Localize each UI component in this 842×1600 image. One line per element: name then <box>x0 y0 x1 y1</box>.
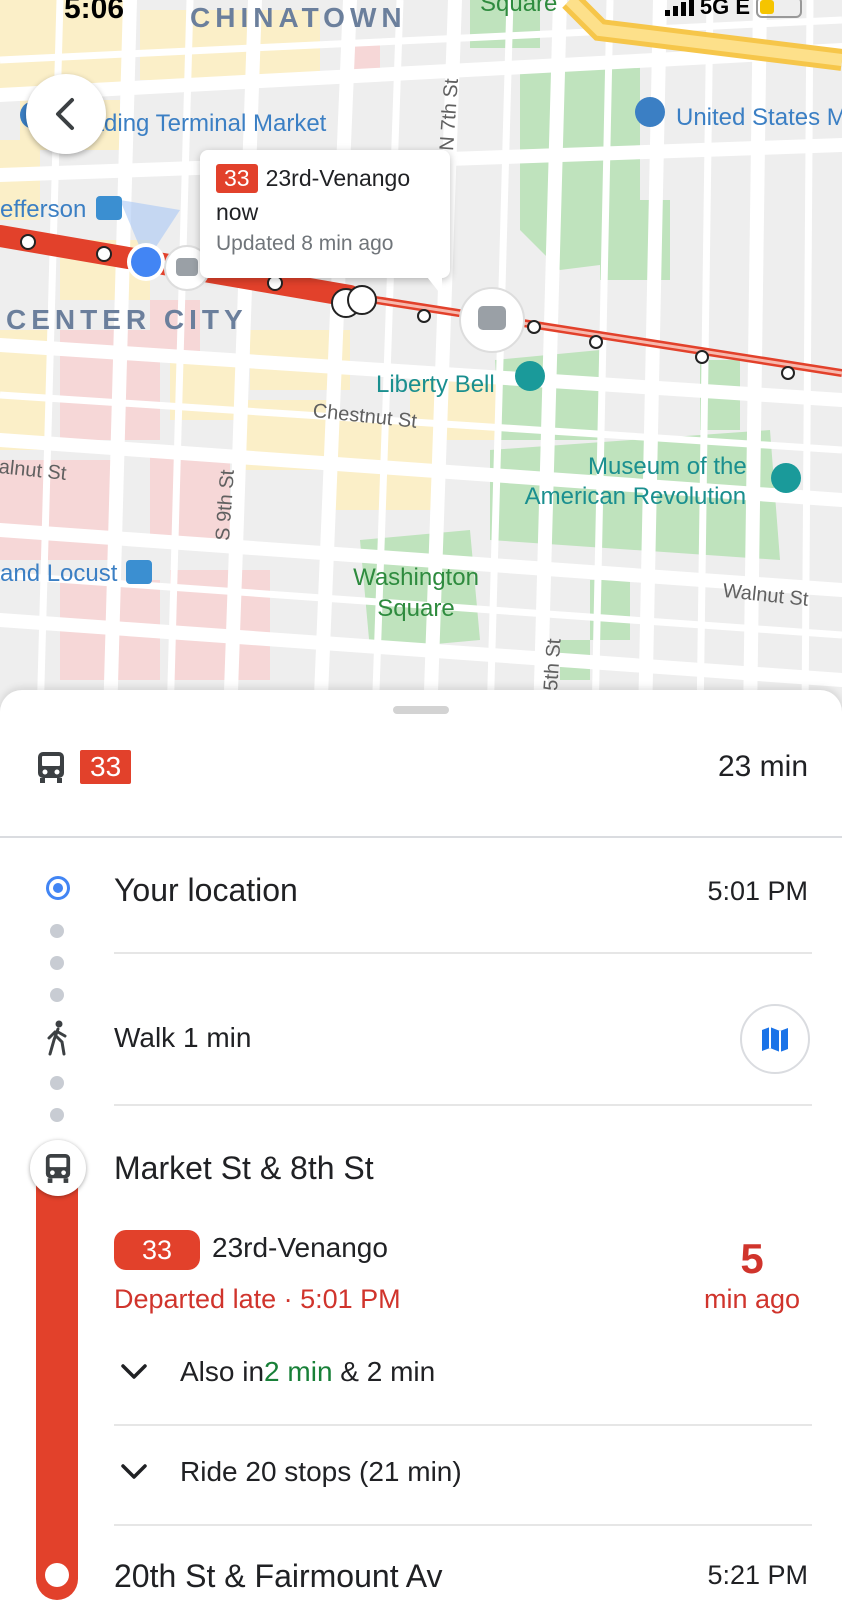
signal-icon <box>664 0 694 16</box>
status-indicators: 5G E <box>664 0 802 20</box>
walk-path-dot <box>50 956 64 970</box>
poi-label-locust[interactable]: and Locust <box>0 560 117 588</box>
poi-label-square-top[interactable]: Square <box>480 0 557 19</box>
bubble-updated: Updated 8 min ago <box>216 232 394 255</box>
row-divider <box>114 1524 812 1526</box>
ride-stops-label: Ride 20 stops (21 min) <box>180 1456 462 1487</box>
ride-stops-row[interactable]: Ride 20 stops (21 min) <box>120 1456 462 1488</box>
destination-title[interactable]: 20th St & Fairmount Av <box>114 1558 442 1595</box>
bus-icon <box>45 1154 71 1183</box>
poi-label-washington-square[interactable]: Washington Square <box>348 562 484 624</box>
transit-route-line <box>36 1170 78 1600</box>
map-icon <box>762 1027 788 1052</box>
chevron-left-icon <box>56 98 74 130</box>
bubble-status: now <box>216 199 259 225</box>
vehicle-info-bubble[interactable]: 33 23rd-Venango now Updated 8 min ago <box>200 150 450 278</box>
bus-icon <box>38 752 64 783</box>
row-divider <box>114 1424 812 1426</box>
poi-label-museum-line2: American Revolution <box>524 483 747 510</box>
walk-path-dot <box>50 1076 64 1090</box>
row-divider <box>114 952 812 954</box>
also-first-time: 2 min <box>264 1356 333 1387</box>
also-rest: & 2 min <box>332 1356 436 1387</box>
summary-divider <box>0 836 842 838</box>
stop-route-badge: 33 <box>114 1230 200 1270</box>
departure-status: Departed late · 5:01 PM <box>114 1284 401 1315</box>
also-prefix: Also in <box>180 1356 265 1387</box>
summary-route-badge: 33 <box>80 750 132 784</box>
bubble-headsign: 23rd-Venango <box>265 165 411 191</box>
chevron-down-icon <box>120 1463 160 1481</box>
origin-time: 5:01 PM <box>707 876 808 906</box>
poi-label-jefferson[interactable]: efferson <box>0 196 86 224</box>
street-label-5th: 5th St <box>540 637 566 692</box>
minutes-ago-unit: min ago <box>703 1284 801 1314</box>
walk-map-button[interactable] <box>740 1004 810 1074</box>
destination-stop-icon <box>45 1563 69 1587</box>
route-summary: 33 23 min <box>0 720 842 810</box>
boarding-stop-title[interactable]: Market St & 8th St <box>114 1150 374 1187</box>
drag-handle[interactable] <box>393 706 449 714</box>
status-time: 5:06 <box>64 0 125 25</box>
bubble-route-badge: 33 <box>216 164 258 193</box>
trip-duration: 23 min <box>717 750 808 783</box>
poi-label-washington-line1: Washington <box>353 564 479 591</box>
chevron-down-icon <box>120 1363 160 1381</box>
district-label-center-city: CENTER CITY <box>6 304 248 335</box>
boarding-stop-icon <box>30 1140 86 1196</box>
poi-label-washington-line2: Square <box>377 595 455 622</box>
map-view[interactable]: 5:06 5G E CHINATOWN CENTER CITY Square R… <box>0 0 842 720</box>
network-label: 5G E <box>699 0 750 19</box>
walk-path-dot <box>50 1108 64 1122</box>
walk-icon <box>47 1020 67 1056</box>
also-departures-row[interactable]: Also in 2 min & 2 min <box>120 1356 435 1388</box>
minutes-ago-value: 5 <box>740 1235 764 1282</box>
bubble-pointer <box>420 268 442 296</box>
departed-time: 5:01 PM <box>300 1284 401 1314</box>
walk-path-dot <box>50 924 64 938</box>
destination-time: 5:21 PM <box>707 1560 808 1590</box>
poi-label-museum[interactable]: Museum of the American Revolution <box>524 452 747 512</box>
district-label-chinatown: CHINATOWN <box>190 2 407 33</box>
poi-label-museum-line1: Museum of the <box>588 453 747 480</box>
walk-label[interactable]: Walk 1 min <box>114 1022 251 1054</box>
battery-icon <box>756 0 802 18</box>
row-divider <box>114 1104 812 1106</box>
departed-separator: · <box>276 1284 301 1314</box>
walk-path-dot <box>50 988 64 1002</box>
back-button[interactable] <box>26 74 106 154</box>
poi-label-united-states[interactable]: United States M <box>676 104 842 132</box>
origin-title[interactable]: Your location <box>114 872 298 909</box>
origin-location-icon <box>46 876 70 900</box>
stop-headsign: 23rd-Venango <box>212 1232 388 1263</box>
poi-label-liberty-bell[interactable]: Liberty Bell <box>376 370 495 400</box>
departed-label: Departed late <box>114 1284 277 1314</box>
